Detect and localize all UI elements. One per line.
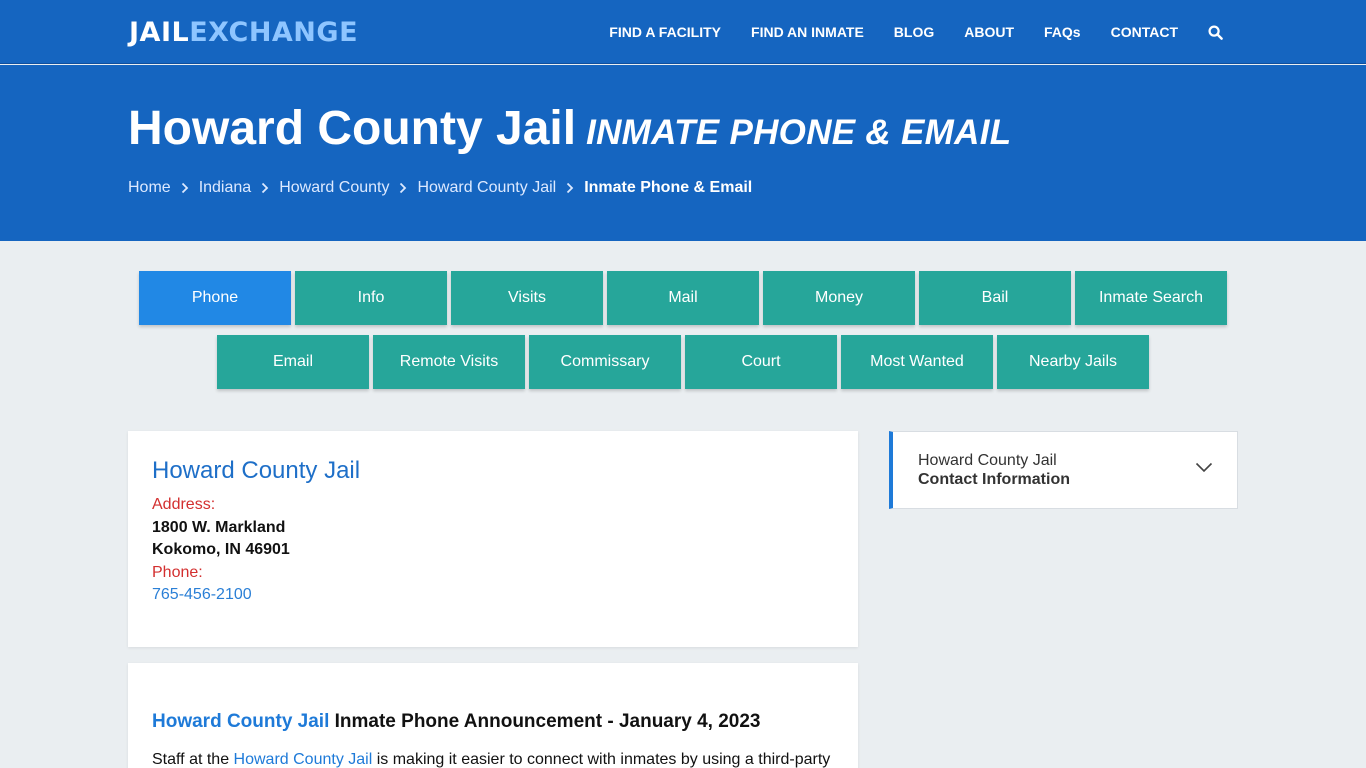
address-line-1: 1800 W. Markland	[152, 519, 286, 536]
nav-faqs[interactable]: FAQs	[1044, 24, 1081, 40]
facility-info-card: Howard County Jail Address: 1800 W. Mark…	[128, 431, 858, 647]
tab-money[interactable]: Money	[763, 271, 915, 325]
announcement-title: Howard County Jail Inmate Phone Announce…	[152, 711, 761, 733]
chevron-right-icon	[261, 182, 269, 194]
top-navbar: JAILEXCHANGE FIND A FACILITY FIND AN INM…	[0, 0, 1366, 64]
announcement-title-link[interactable]: Howard County Jail	[152, 711, 329, 732]
tab-commissary[interactable]: Commissary	[529, 335, 681, 389]
phone-label: Phone:	[152, 564, 203, 581]
address-line-2: Kokomo, IN 46901	[152, 541, 290, 558]
tab-row-2: Email Remote Visits Commissary Court Mos…	[0, 335, 1366, 389]
announcement-title-text: Inmate Phone Announcement - January 4, 2…	[329, 711, 761, 732]
chevron-right-icon	[181, 182, 189, 194]
page-title: Howard County Jail INMATE PHONE & EMAIL	[128, 101, 1011, 156]
logo-exchange: EXCHANGE	[189, 17, 359, 48]
announcement-body-prefix: Staff at the	[152, 751, 234, 768]
tab-remote-visits[interactable]: Remote Visits	[373, 335, 525, 389]
tab-most-wanted[interactable]: Most Wanted	[841, 335, 993, 389]
breadcrumb-home[interactable]: Home	[128, 179, 171, 197]
facility-name: Howard County Jail	[152, 457, 361, 484]
facility-phone-link[interactable]: 765-456-2100	[152, 586, 252, 604]
tab-row-1: Phone Info Visits Mail Money Bail Inmate…	[0, 271, 1366, 325]
address-label: Address:	[152, 496, 216, 513]
breadcrumb-howard-county-jail[interactable]: Howard County Jail	[417, 179, 556, 197]
tab-nearby-jails[interactable]: Nearby Jails	[997, 335, 1149, 389]
tab-mail[interactable]: Mail	[607, 271, 759, 325]
page-hero: Howard County Jail INMATE PHONE & EMAIL H…	[0, 65, 1366, 241]
breadcrumb-current: Inmate Phone & Email	[584, 179, 753, 196]
tab-court[interactable]: Court	[685, 335, 837, 389]
chevron-down-icon[interactable]	[1195, 460, 1213, 478]
nav-find-inmate[interactable]: FIND AN INMATE	[751, 24, 864, 40]
chevron-right-icon	[399, 182, 407, 194]
tab-visits[interactable]: Visits	[451, 271, 603, 325]
announcement-card: Howard County Jail Inmate Phone Announce…	[128, 663, 858, 768]
tab-info[interactable]: Info	[295, 271, 447, 325]
page-title-sub: INMATE PHONE & EMAIL	[586, 113, 1012, 152]
nav-about[interactable]: ABOUT	[964, 24, 1014, 40]
nav-blog[interactable]: BLOG	[894, 24, 934, 40]
tab-inmate-search[interactable]: Inmate Search	[1075, 271, 1227, 325]
site-logo[interactable]: JAILEXCHANGE	[129, 17, 358, 49]
announcement-body-link[interactable]: Howard County Jail	[234, 751, 373, 768]
page-title-main: Howard County Jail	[128, 102, 577, 155]
breadcrumb-howard-county[interactable]: Howard County	[279, 179, 389, 197]
nav-links: FIND A FACILITY FIND AN INMATE BLOG ABOU…	[579, 0, 1224, 64]
tab-bail[interactable]: Bail	[919, 271, 1071, 325]
accordion-facility-name: Howard County Jail	[918, 452, 1057, 469]
nav-find-facility[interactable]: FIND A FACILITY	[609, 24, 721, 40]
tab-phone[interactable]: Phone	[139, 271, 291, 325]
breadcrumb: Home Indiana Howard County Howard County…	[128, 179, 752, 197]
chevron-right-icon	[566, 182, 574, 194]
contact-info-accordion[interactable]: Howard County Jail Contact Information	[889, 431, 1238, 509]
breadcrumb-indiana[interactable]: Indiana	[199, 179, 252, 197]
announcement-body: Staff at the Howard County Jail is makin…	[152, 751, 830, 768]
tab-email[interactable]: Email	[217, 335, 369, 389]
nav-contact[interactable]: CONTACT	[1111, 24, 1178, 40]
search-icon[interactable]	[1208, 24, 1224, 40]
announcement-body-suffix: is making it easier to connect with inma…	[372, 751, 831, 768]
accordion-title: Contact Information	[918, 471, 1070, 488]
logo-jail: JAIL	[129, 17, 190, 48]
